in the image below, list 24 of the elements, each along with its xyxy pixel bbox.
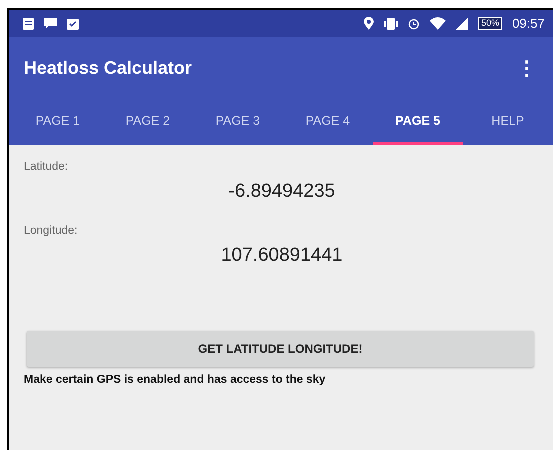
tab[interactable]: HELP [463, 100, 553, 145]
tab[interactable]: PAGE 4 [283, 100, 373, 145]
field-label: Latitude: [24, 161, 70, 173]
app-title: Heatloss Calculator [24, 58, 194, 79]
wifi-icon [430, 17, 446, 30]
overflow-menu-button[interactable]: ⋮ [515, 56, 539, 81]
tab[interactable]: PAGE 3 [193, 100, 283, 145]
clipboard-check-icon [67, 17, 79, 30]
message-icon [44, 18, 57, 30]
coordinate-value: -6.89494235 [228, 181, 336, 203]
get-location-button[interactable]: GET LATITUDE LONGITUDE! [27, 331, 534, 367]
location-pin-icon [364, 17, 374, 30]
tab[interactable]: PAGE 1 [13, 100, 103, 145]
vibrate-icon [384, 18, 398, 30]
alarm-clock-icon [408, 18, 420, 30]
tab[interactable]: PAGE 2 [103, 100, 193, 145]
hint-text: Make certain GPS is enabled and has access to the sky [24, 374, 327, 386]
notes-icon [23, 18, 34, 30]
field-label: Longitude: [24, 225, 79, 237]
clock-time: 09:57 [512, 16, 545, 31]
coordinate-value: 107.60891441 [220, 245, 344, 267]
battery-indicator: 50% [478, 17, 502, 30]
tab[interactable]: PAGE 5 [373, 100, 463, 145]
signal-icon [456, 18, 468, 30]
